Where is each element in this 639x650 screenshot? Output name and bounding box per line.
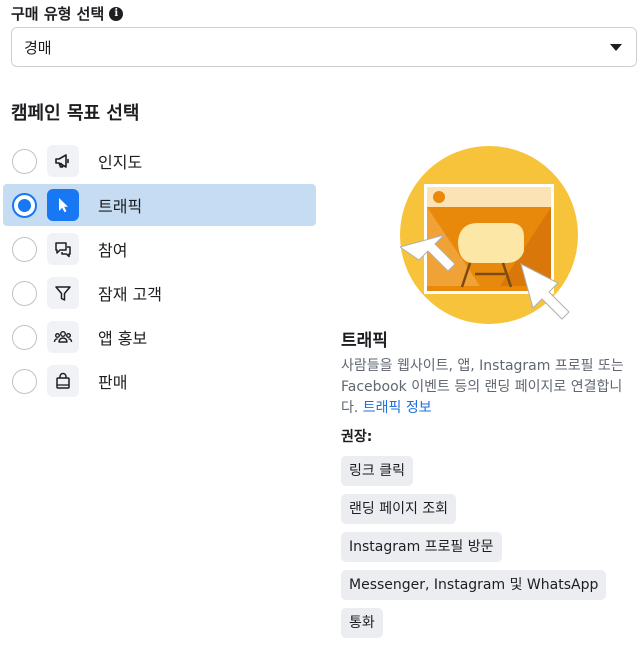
traffic-illustration xyxy=(398,146,580,326)
people-icon xyxy=(47,321,79,353)
radio-engagement[interactable] xyxy=(12,236,37,262)
chat-bubbles-icon xyxy=(47,233,79,265)
buy-type-label: 구매 유형 선택 i xyxy=(11,3,124,24)
goal-option-label: 잠재 고객 xyxy=(98,285,162,304)
buy-type-selected-value: 경매 xyxy=(24,38,52,57)
radio-awareness[interactable] xyxy=(12,148,37,174)
campaign-goal-options: 인지도 트래픽 참여 잠재 고객 앱 홍보 판매 xyxy=(3,140,316,404)
shopping-bag-icon xyxy=(47,365,79,397)
learn-more-link[interactable]: 트래픽 정보 xyxy=(363,400,432,416)
buy-type-label-text: 구매 유형 선택 xyxy=(11,5,105,23)
objective-title: 트래픽 xyxy=(341,331,388,351)
recommended-list: 링크 클릭 랜딩 페이지 조회 Instagram 프로필 방문 Messeng… xyxy=(341,456,607,646)
recommended-chip: Instagram 프로필 방문 xyxy=(341,532,502,562)
recommended-label: 권장: xyxy=(341,429,373,445)
info-icon[interactable]: i xyxy=(109,6,124,21)
goal-option-leads[interactable]: 잠재 고객 xyxy=(3,272,316,314)
funnel-icon xyxy=(47,277,79,309)
radio-sales[interactable] xyxy=(12,368,37,394)
goal-option-engagement[interactable]: 참여 xyxy=(3,228,316,270)
megaphone-icon xyxy=(47,145,79,177)
recommended-chip: Messenger, Instagram 및 WhatsApp xyxy=(341,570,607,600)
recommended-chip: 랜딩 페이지 조회 xyxy=(341,494,457,524)
radio-traffic[interactable] xyxy=(12,192,37,218)
recommended-chip: 링크 클릭 xyxy=(341,456,413,486)
goal-option-label: 앱 홍보 xyxy=(98,329,148,348)
campaign-goal-title: 캠페인 목표 선택 xyxy=(11,103,140,124)
cursor-icon xyxy=(47,189,79,221)
radio-leads[interactable] xyxy=(12,280,37,306)
recommended-chip: 통화 xyxy=(341,608,383,638)
goal-option-label: 인지도 xyxy=(98,153,143,172)
radio-app-promotion[interactable] xyxy=(12,324,37,350)
goal-option-label: 판매 xyxy=(98,373,128,392)
goal-option-label: 참여 xyxy=(98,241,128,260)
goal-option-sales[interactable]: 판매 xyxy=(3,360,316,402)
goal-option-awareness[interactable]: 인지도 xyxy=(3,140,316,182)
caret-down-icon xyxy=(610,44,622,51)
objective-description: 사람들을 웹사이트, 앱, Instagram 프로필 또는 Facebook … xyxy=(341,356,631,419)
buy-type-select[interactable]: 경매 xyxy=(11,27,637,67)
goal-option-label: 트래픽 xyxy=(98,197,143,216)
goal-option-traffic[interactable]: 트래픽 xyxy=(3,184,316,226)
goal-option-app-promotion[interactable]: 앱 홍보 xyxy=(3,316,316,358)
